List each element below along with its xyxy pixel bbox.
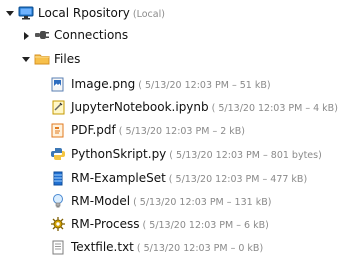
process-gear-icon bbox=[51, 217, 65, 231]
files-label: Files bbox=[54, 52, 81, 66]
pdf-file-icon bbox=[51, 123, 64, 138]
file-row[interactable]: RM-ExampleSet( 5/13/20 12:03 PM – 477 kB… bbox=[0, 167, 344, 189]
file-label: PDF.pdf bbox=[71, 123, 116, 137]
file-meta: ( 5/13/20 12:03 PM – 51 kB) bbox=[138, 80, 271, 91]
file-row[interactable]: Image.png( 5/13/20 12:03 PM – 51 kB) bbox=[0, 73, 344, 95]
file-label: RM-Model bbox=[71, 194, 131, 208]
file-label: PythonSkript.py bbox=[71, 147, 167, 161]
file-label: Textfile.txt bbox=[71, 240, 134, 254]
python-file-icon bbox=[51, 148, 65, 160]
tree-row-root[interactable]: Local Rpository (Local) bbox=[0, 2, 344, 24]
connections-label: Connections bbox=[54, 28, 129, 42]
file-meta: ( 5/13/20 12:03 PM – 0 kB) bbox=[136, 243, 264, 254]
file-row[interactable]: RM-Process( 5/13/20 12:03 PM – 6 kB) bbox=[0, 213, 344, 235]
file-row[interactable]: PDF.pdf( 5/13/20 12:03 PM – 2 kB) bbox=[0, 119, 344, 141]
file-meta: ( 5/13/20 12:03 PM – 131 kB) bbox=[133, 197, 272, 208]
notebook-file-icon bbox=[52, 100, 65, 115]
file-meta: ( 5/13/20 12:03 PM – 4 kB) bbox=[211, 103, 338, 114]
tree-row-files[interactable]: Files bbox=[0, 48, 344, 70]
root-label: Local Rpository bbox=[38, 6, 130, 20]
root-meta: (Local) bbox=[132, 9, 165, 20]
file-row[interactable]: Textfile.txt( 5/13/20 12:03 PM – 0 kB) bbox=[0, 236, 344, 258]
file-label: Image.png bbox=[71, 77, 136, 91]
text-file-icon bbox=[52, 240, 64, 255]
exampleset-icon bbox=[53, 171, 63, 186]
file-meta: ( 5/13/20 12:03 PM – 477 kB) bbox=[168, 174, 308, 185]
expand-arrow-icon[interactable] bbox=[22, 57, 30, 62]
expand-arrow-icon[interactable] bbox=[6, 11, 14, 16]
plug-icon bbox=[35, 31, 49, 39]
expand-arrow-icon[interactable] bbox=[24, 32, 29, 40]
file-row[interactable]: JupyterNotebook.ipynb( 5/13/20 12:03 PM … bbox=[0, 96, 344, 118]
tree-row-connections[interactable]: Connections bbox=[0, 24, 344, 46]
file-meta: ( 5/13/20 12:03 PM – 801 bytes) bbox=[169, 150, 322, 161]
image-file-icon bbox=[51, 77, 64, 92]
file-row[interactable]: RM-Model( 5/13/20 12:03 PM – 131 kB) bbox=[0, 190, 344, 212]
file-label: RM-Process bbox=[71, 217, 140, 231]
folder-icon bbox=[34, 54, 50, 65]
file-row[interactable]: PythonSkript.py( 5/13/20 12:03 PM – 801 … bbox=[0, 143, 344, 165]
model-lightbulb-icon bbox=[53, 194, 63, 208]
file-meta: ( 5/13/20 12:03 PM – 2 kB) bbox=[118, 126, 246, 137]
file-label: RM-ExampleSet bbox=[71, 171, 166, 185]
file-meta: ( 5/13/20 12:03 PM – 6 kB) bbox=[142, 220, 269, 231]
computer-icon bbox=[18, 6, 34, 20]
file-label: JupyterNotebook.ipynb bbox=[71, 100, 209, 114]
